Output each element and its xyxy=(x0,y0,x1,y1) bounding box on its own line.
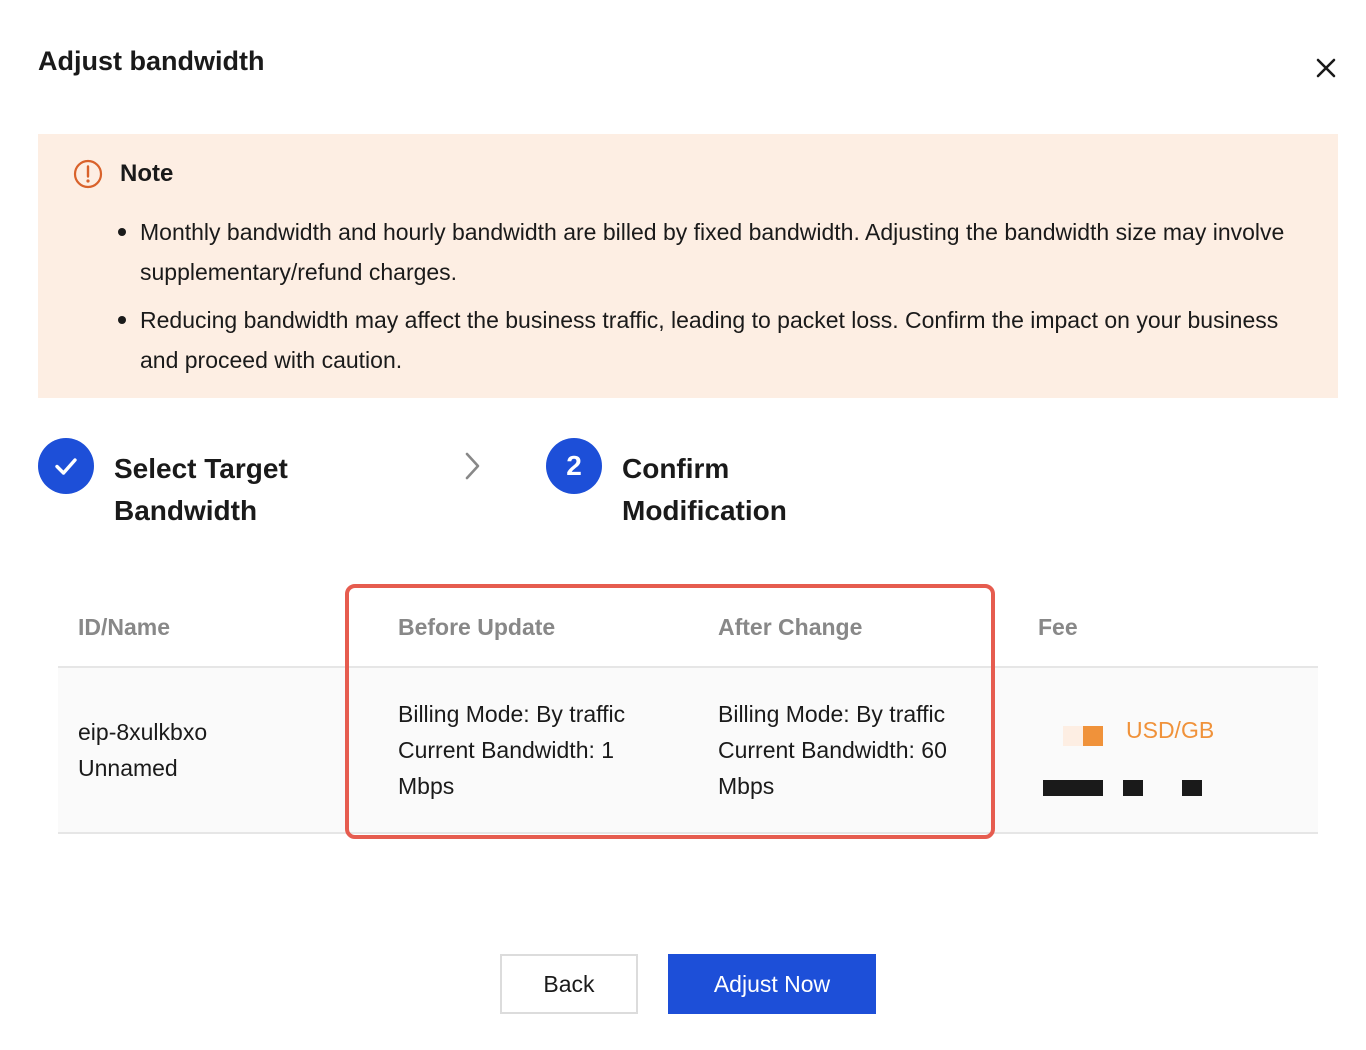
chevron-right-icon xyxy=(465,452,480,480)
note-item: Reducing bandwidth may affect the busine… xyxy=(118,300,1298,380)
fee-detail-redacted xyxy=(1182,780,1202,796)
change-summary-table: ID/Name Before Update After Change Fee e… xyxy=(58,590,1318,834)
note-title: Note xyxy=(120,160,174,187)
fee-price-redacted xyxy=(1063,726,1103,746)
column-header-fee: Fee xyxy=(1038,614,1078,640)
step-select-target-bandwidth: Select Target Bandwidth xyxy=(38,438,304,532)
step-label: Confirm Modification xyxy=(622,453,787,526)
note-list: Monthly bandwidth and hourly bandwidth a… xyxy=(118,212,1298,388)
dialog-title: Adjust bandwidth xyxy=(38,46,265,76)
after-change-cell: Billing Mode: By traffic Current Bandwid… xyxy=(718,701,947,799)
fee-detail-redacted xyxy=(1123,780,1143,796)
column-header-after-change: After Change xyxy=(718,614,863,640)
back-button[interactable]: Back xyxy=(500,954,638,1014)
close-button[interactable] xyxy=(1312,54,1340,82)
table-row: eip-8xulkbxo Unnamed Billing Mode: By tr… xyxy=(58,668,1318,834)
step-separator xyxy=(458,450,486,482)
step-number: 2 xyxy=(546,438,602,494)
note-banner: Note Monthly bandwidth and hourly bandwi… xyxy=(38,134,1338,398)
step-status-completed xyxy=(38,438,94,494)
column-header-id-name: ID/Name xyxy=(78,614,171,640)
note-item: Monthly bandwidth and hourly bandwidth a… xyxy=(118,212,1298,292)
before-update-cell: Billing Mode: By traffic Current Bandwid… xyxy=(398,701,626,799)
resource-id-name-cell: eip-8xulkbxo Unnamed xyxy=(78,714,207,786)
adjust-now-button[interactable]: Adjust Now xyxy=(668,954,876,1014)
resource-name: Unnamed xyxy=(78,755,178,781)
resource-id: eip-8xulkbxo xyxy=(78,719,208,745)
fee-cell: USD/GB xyxy=(1043,712,1243,832)
step-label: Select Target Bandwidth xyxy=(114,453,288,526)
fee-unit: USD/GB xyxy=(1126,717,1215,743)
step-confirm-modification: 2 Confirm Modification xyxy=(546,438,822,532)
fee-detail-redacted xyxy=(1043,780,1103,796)
check-icon xyxy=(55,458,77,475)
column-header-before-update: Before Update xyxy=(398,614,556,640)
table-header: ID/Name Before Update After Change Fee xyxy=(58,590,1318,668)
close-icon[interactable] xyxy=(1312,54,1340,82)
warning-circle-icon xyxy=(73,159,103,189)
